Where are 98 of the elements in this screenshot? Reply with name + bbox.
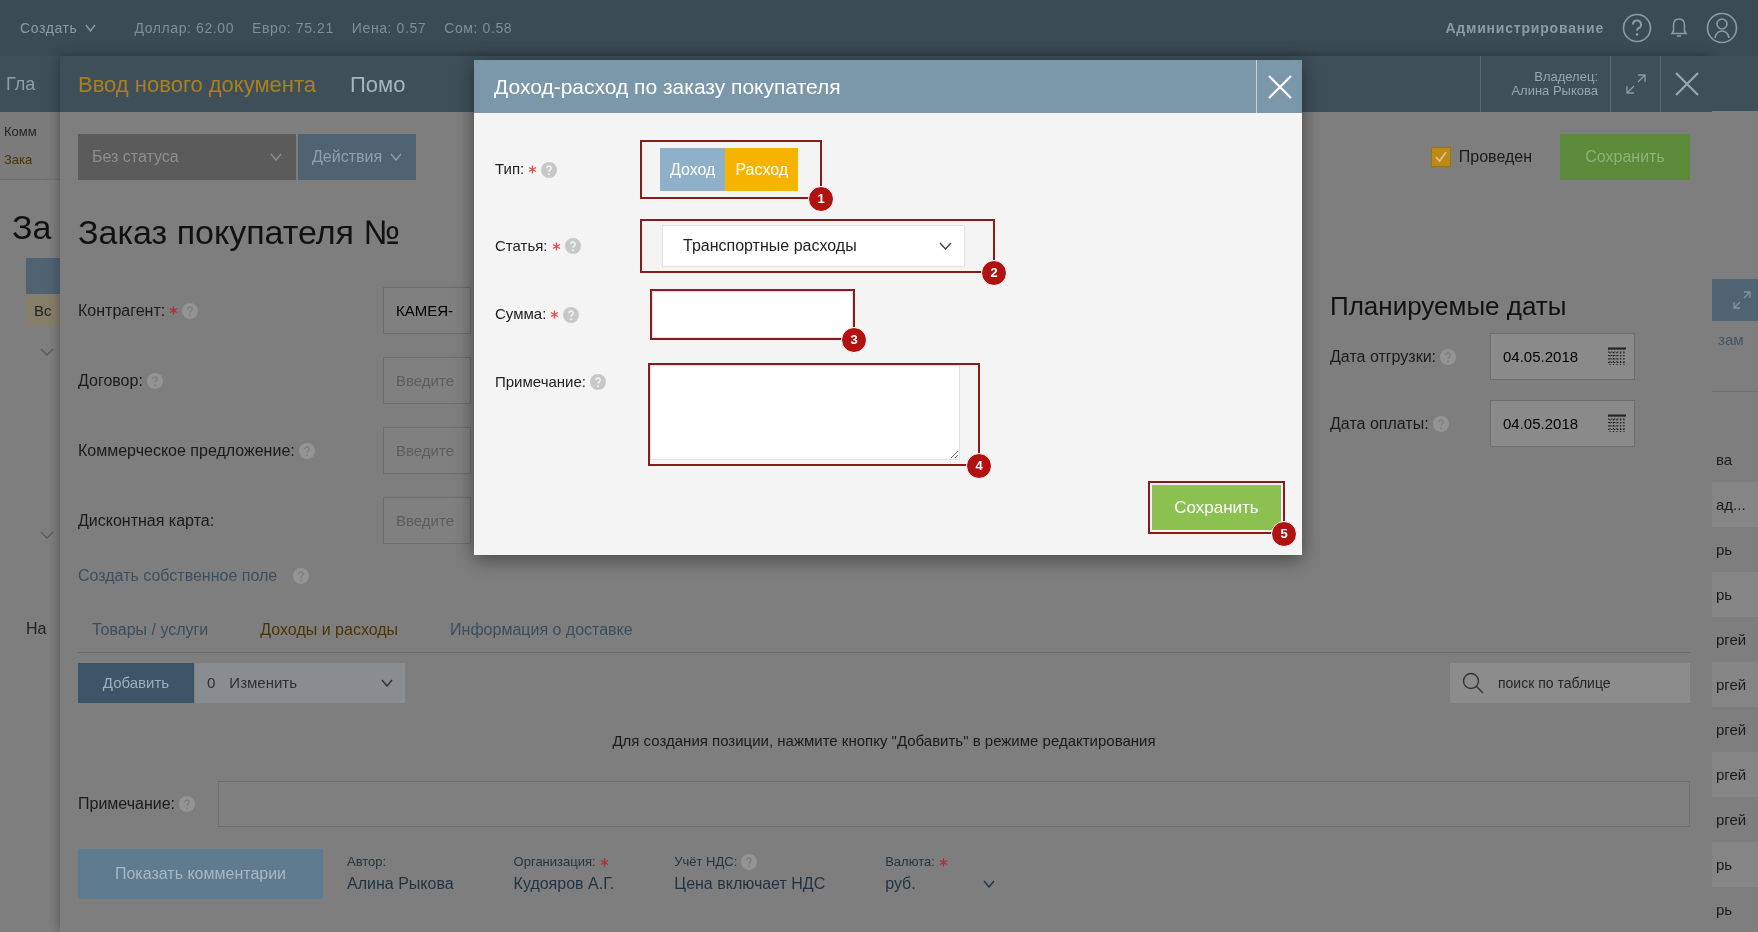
callout-number: 5: [1271, 521, 1297, 547]
chevron-icon: [40, 348, 54, 356]
breadcrumb-link[interactable]: Комм: [4, 122, 60, 142]
posted-checkbox[interactable]: [1430, 147, 1451, 167]
help-icon: [541, 161, 558, 178]
page-title: За: [12, 210, 53, 244]
chevron-icon: [939, 242, 952, 250]
bell-icon[interactable]: [1670, 17, 1688, 39]
type-toggle-option[interactable]: Доход: [660, 148, 726, 191]
table-cell: ад...: [1712, 482, 1758, 527]
text-field[interactable]: КАМЕЯ-: [383, 287, 471, 334]
category-select[interactable]: Транспортные расходы: [662, 225, 965, 267]
calendar-icon: [1607, 414, 1627, 434]
section-tab[interactable]: Товары / услуги: [78, 618, 223, 652]
field-label: Контрагент:: [78, 300, 166, 321]
table-link[interactable]: зам: [1718, 328, 1758, 351]
section-tab[interactable]: Доходы и расходы: [246, 618, 413, 652]
close-icon: [1266, 73, 1293, 100]
section-title: Планируемые даты: [1330, 290, 1568, 323]
required-icon: [599, 857, 609, 867]
search-field[interactable]: поиск по таблице: [1450, 663, 1690, 703]
field-value: Кудояров А.Г.: [513, 873, 615, 894]
expand-icon: [1732, 289, 1752, 310]
actions-menu[interactable]: Действия: [298, 134, 417, 180]
chevron-icon: [390, 153, 403, 161]
section-heading: На: [26, 619, 48, 639]
nav-item[interactable]: Гла: [6, 70, 36, 98]
field-label: Дата отгрузки:: [1330, 346, 1437, 367]
field-value: Алина Рыкова: [347, 873, 454, 894]
date-field[interactable]: 04.05.2018: [1490, 333, 1635, 380]
show-comments-button[interactable]: Показать комментарии: [78, 849, 323, 899]
table-cell: ргей: [1712, 752, 1758, 797]
callout-number: 3: [841, 327, 867, 353]
callout-number: 2: [981, 260, 1007, 286]
field-label: Организация:: [513, 853, 596, 872]
chevron-icon: [40, 531, 54, 539]
required-icon: [550, 310, 560, 319]
required-icon: [528, 165, 538, 174]
search-icon: [1462, 672, 1484, 694]
posted-label: Проведен: [1458, 147, 1532, 167]
owner-name: Алина Рыкова: [1511, 84, 1598, 99]
field-label: Сумма:: [495, 304, 547, 325]
currency-rate: Иена: 0.57: [351, 18, 427, 38]
field-label: Статья:: [495, 235, 548, 256]
help-icon[interactable]: [1622, 13, 1652, 43]
table-cell: рь: [1712, 572, 1758, 617]
empty-message: Для создания позиции, нажмите кнопку "Добавить" в режиме редактирования: [611, 731, 1157, 751]
create-menu[interactable]: Создать: [20, 17, 97, 39]
field-label: Примечание:: [78, 794, 176, 814]
field-label: Дисконтная карта:: [78, 510, 215, 531]
callout-number: 1: [808, 186, 835, 212]
save-button[interactable]: Сохранить: [1152, 485, 1281, 530]
help-icon: [564, 238, 581, 254]
filter-tag: Вс: [26, 294, 60, 326]
currency-rate: Сом: 0.58: [444, 18, 513, 38]
help-icon: [590, 374, 606, 391]
user-icon[interactable]: [1706, 12, 1738, 44]
currency-rate: Доллар: 62.00: [134, 18, 235, 38]
field-label: Валюта:: [885, 853, 935, 872]
field-label: Автор:: [347, 853, 387, 872]
field-label: Тип:: [495, 159, 525, 180]
document-tab[interactable]: Помо: [350, 67, 406, 101]
expand-icon[interactable]: [1624, 73, 1647, 95]
table-cell: ргей: [1712, 662, 1758, 707]
table-cell: рь: [1712, 842, 1758, 887]
close-icon[interactable]: [1673, 71, 1700, 97]
required-icon: [551, 241, 561, 251]
help-icon: [563, 306, 580, 323]
breadcrumb-current: Зака: [4, 150, 34, 169]
field-label: Учёт НДС:: [674, 853, 738, 872]
required-icon: [938, 857, 948, 867]
currency-rate: Евро: 75.21: [252, 18, 334, 38]
section-tab[interactable]: Информация о доставке: [436, 618, 647, 652]
dialog-title: Доход-расход по заказу покупателя: [493, 73, 842, 100]
edit-menu[interactable]: 0 Изменить: [195, 663, 405, 703]
currency-select[interactable]: руб.: [885, 871, 996, 896]
chevron-icon: [381, 679, 393, 687]
expand-button[interactable]: [1712, 279, 1758, 321]
required-icon: [169, 306, 179, 315]
date-field[interactable]: 04.05.2018: [1490, 400, 1635, 447]
custom-field-link[interactable]: Создать собственное поле: [78, 564, 278, 588]
field-value: Цена включает НДС: [674, 873, 826, 894]
document-tab[interactable]: Ввод нового документа: [78, 67, 317, 101]
field-label: Примечание:: [495, 372, 586, 392]
field-label: Коммерческое предложение:: [78, 440, 295, 461]
add-button[interactable]: Добавить: [78, 663, 194, 703]
owner-label: Владелец:: [1534, 69, 1598, 84]
document-title: Заказ покупателя №: [78, 212, 400, 253]
chevron-icon: [85, 24, 97, 32]
chevron-icon: [270, 153, 282, 161]
admin-link[interactable]: Администрирование: [1445, 17, 1604, 39]
save-button[interactable]: Сохранить: [1560, 134, 1690, 180]
type-toggle-option[interactable]: Расход: [725, 148, 799, 191]
chevron-icon: [983, 879, 996, 888]
calendar-icon: [1607, 347, 1627, 367]
field-label: Дата оплаты:: [1330, 413, 1429, 434]
callout-number: 4: [966, 453, 992, 479]
field-label: Договор:: [78, 370, 143, 391]
